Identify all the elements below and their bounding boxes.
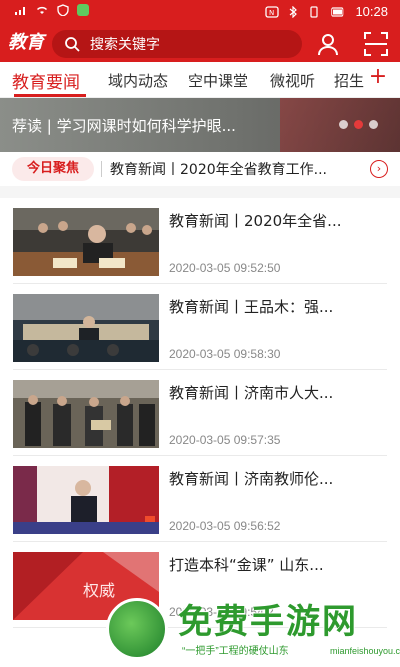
watermark-subtext: “一把手”工程的硬仗山东	[182, 646, 289, 657]
app-logo: 教育	[8, 32, 44, 53]
chevron-right-icon[interactable]: ›	[370, 160, 388, 178]
tab-admissions[interactable]: 招生	[334, 70, 364, 91]
carousel-dot-active[interactable]	[354, 120, 363, 129]
today-focus-headline[interactable]: 教育新闻丨2020年全省教育工作...	[110, 159, 366, 179]
carousel-dots	[339, 120, 378, 129]
news-thumbnail	[13, 208, 159, 276]
news-time: 2020-03-05 09:57:35	[169, 433, 281, 447]
search-placeholder: 搜索关键字	[90, 37, 160, 53]
active-tab-indicator	[14, 94, 86, 97]
battery-icon	[331, 6, 344, 17]
nfc-icon: N	[265, 5, 280, 18]
signal-icon	[15, 7, 25, 15]
bluetooth-icon	[290, 5, 298, 18]
profile-icon[interactable]	[314, 30, 342, 58]
vibrate-icon	[310, 5, 319, 18]
watermark-logo-icon	[106, 598, 168, 660]
news-time: 2020-03-05 09:58:30	[169, 347, 281, 361]
app-header: N 10:28 教育 搜索关键字	[0, 0, 400, 62]
news-thumbnail	[13, 294, 159, 362]
list-item[interactable]: 教育新闻丨济南教师伦... 2020-03-05 09:56:52	[0, 456, 400, 542]
watermark-overlay: 免费手游网 “一把手”工程的硬仗山东 mianfeishouyou.com	[100, 590, 400, 667]
banner-title: 荐读 | 学习网课时如何科学护眼...	[12, 117, 236, 135]
list-item[interactable]: 教育新闻丨王品木：强... 2020-03-05 09:58:30	[0, 284, 400, 370]
today-focus-bar[interactable]: 今日聚焦 教育新闻丨2020年全省教育工作... ›	[0, 152, 400, 186]
watermark-title: 免费手游网	[178, 602, 358, 642]
category-tabs: 教育要闻 域内动态 空中课堂 微视听 招生 +	[0, 62, 400, 98]
app-notification-icon	[77, 4, 89, 16]
news-list: 教育新闻丨2020年全省... 2020-03-05 09:52:50 教育新闻…	[0, 198, 400, 628]
news-title: 教育新闻丨济南教师伦...	[169, 470, 334, 488]
scan-icon[interactable]	[362, 30, 390, 58]
news-title: 打造本科“金课” 山东...	[169, 556, 324, 574]
watermark-url: mianfeishouyou.com	[330, 646, 400, 656]
search-icon	[65, 37, 80, 52]
wifi-icon	[37, 6, 47, 14]
today-focus-badge: 今日聚焦	[12, 157, 94, 181]
divider	[101, 161, 102, 177]
search-bar[interactable]: 搜索关键字	[52, 30, 302, 58]
tab-micro-video[interactable]: 微视听	[270, 70, 315, 91]
tab-education-news[interactable]: 教育要闻	[12, 68, 80, 93]
news-time: 2020-03-05 09:52:50	[169, 261, 281, 275]
list-item[interactable]: 教育新闻丨2020年全省... 2020-03-05 09:52:50	[0, 198, 400, 284]
tab-regional-news[interactable]: 域内动态	[108, 70, 168, 91]
news-title: 教育新闻丨济南市人大...	[169, 384, 334, 402]
carousel-dot[interactable]	[369, 120, 378, 129]
news-thumbnail	[13, 466, 159, 534]
status-time: 10:28	[355, 4, 388, 19]
tab-air-classroom[interactable]: 空中课堂	[188, 70, 248, 91]
list-item[interactable]: 教育新闻丨济南市人大... 2020-03-05 09:57:35	[0, 370, 400, 456]
banner-carousel[interactable]: 荐读 | 学习网课时如何科学护眼...	[0, 98, 400, 152]
news-thumbnail	[13, 380, 159, 448]
shield-icon	[57, 4, 69, 16]
news-title: 教育新闻丨王品木：强...	[169, 298, 334, 316]
news-title: 教育新闻丨2020年全省...	[169, 212, 342, 230]
carousel-dot[interactable]	[339, 120, 348, 129]
section-gap	[0, 186, 400, 198]
status-bar: N 10:28	[0, 0, 400, 24]
news-time: 2020-03-05 09:56:52	[169, 519, 281, 533]
svg-text:N: N	[269, 9, 274, 17]
add-tab-button[interactable]: +	[364, 64, 392, 94]
